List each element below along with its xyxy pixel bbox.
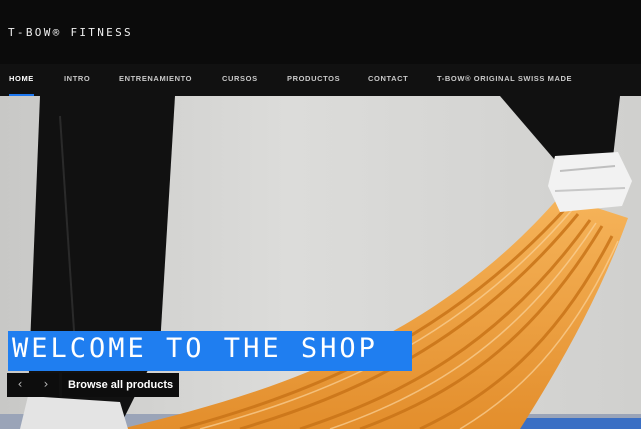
site-logo[interactable]: T-BOW® FITNESS — [8, 26, 133, 39]
nav-item-label: ENTRENAMIENTO — [119, 74, 193, 83]
nav-item-entrenamiento[interactable]: ENTRENAMIENTO — [119, 64, 192, 96]
nav-item-intro[interactable]: INTRO — [64, 64, 90, 96]
chevron-left-icon[interactable]: ‹ — [7, 373, 33, 397]
nav-item-label: CURSOS — [222, 74, 258, 83]
chevron-right-icon[interactable]: › — [33, 373, 59, 397]
nav-item-label: PRODUCTOS — [287, 74, 341, 83]
nav-item-label: HOME — [9, 74, 34, 83]
nav-item-label: CONTACT — [368, 74, 409, 83]
hero-slider: WELCOME TO THE SHOP ‹ › Browse all produ… — [0, 96, 641, 429]
page: T-BOW® FITNESS HOME INTRO ENTRENAMIENTO … — [0, 0, 641, 429]
nav-item-productos[interactable]: PRODUCTOS — [287, 64, 340, 96]
hero-headline: WELCOME TO THE SHOP — [12, 333, 378, 364]
nav-item-home[interactable]: HOME — [9, 64, 34, 96]
nav-item-tbow-original[interactable]: T-BOW® ORIGINAL SWISS MADE — [437, 64, 572, 96]
nav-item-contact[interactable]: CONTACT — [368, 64, 408, 96]
nav-item-label: INTRO — [64, 74, 91, 83]
site-header: T-BOW® FITNESS — [0, 0, 641, 64]
nav-item-cursos[interactable]: CURSOS — [222, 64, 258, 96]
nav-item-label: T-BOW® ORIGINAL SWISS MADE — [437, 74, 573, 83]
browse-all-products-button[interactable]: Browse all products — [62, 373, 180, 397]
slider-controls: ‹ › Browse all products — [7, 373, 180, 397]
main-nav: HOME INTRO ENTRENAMIENTO CURSOS PRODUCTO… — [0, 64, 641, 96]
